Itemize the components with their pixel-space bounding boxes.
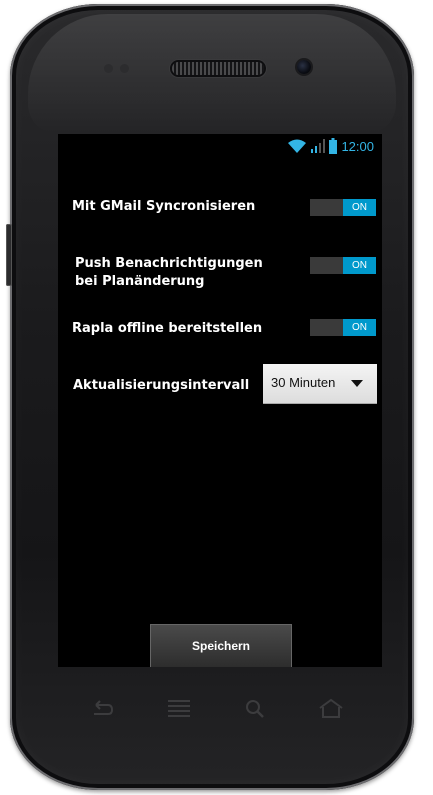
- push-notifications-label-line1: Push Benachrichtigungen: [75, 256, 263, 271]
- status-bar: 12:00: [58, 134, 382, 158]
- light-sensor: [120, 64, 129, 73]
- battery-icon: [329, 138, 338, 154]
- update-interval-label: Aktualisierungsintervall: [73, 378, 250, 393]
- back-icon[interactable]: [86, 696, 116, 722]
- signal-icon: [311, 139, 326, 153]
- dropdown-arrow-icon: [351, 380, 363, 387]
- volume-button: [6, 224, 12, 286]
- update-interval-select[interactable]: 30 Minuten: [263, 364, 377, 404]
- push-notifications-label: Push Benachrichtigungen bei Planänderung: [75, 255, 263, 291]
- save-button[interactable]: Speichern: [150, 624, 292, 667]
- gmail-sync-toggle-state: ON: [343, 199, 376, 216]
- home-icon[interactable]: [316, 696, 346, 722]
- push-notifications-toggle-state: ON: [343, 257, 376, 274]
- offline-label: Rapla offline bereitstellen: [72, 321, 263, 336]
- status-clock: 12:00: [341, 138, 374, 154]
- navigation-bar: [58, 690, 382, 730]
- offline-toggle[interactable]: ON: [310, 319, 376, 336]
- proximity-sensor: [104, 64, 113, 73]
- status-icons: 12:00: [287, 137, 374, 155]
- screen: 12:00 Mit GMail Syncronisieren ON Push B…: [58, 134, 382, 667]
- push-notifications-toggle[interactable]: ON: [310, 257, 376, 274]
- gmail-sync-label: Mit GMail Syncronisieren: [72, 199, 256, 214]
- gmail-sync-toggle[interactable]: ON: [310, 199, 376, 216]
- earpiece-speaker: [172, 62, 264, 75]
- wifi-icon: [288, 139, 307, 153]
- search-icon[interactable]: [240, 696, 270, 722]
- update-interval-value: 30 Minuten: [271, 375, 336, 390]
- push-notifications-label-line2: bei Planänderung: [75, 274, 205, 289]
- front-camera: [297, 60, 311, 74]
- offline-toggle-state: ON: [343, 319, 376, 336]
- menu-icon[interactable]: [164, 696, 194, 722]
